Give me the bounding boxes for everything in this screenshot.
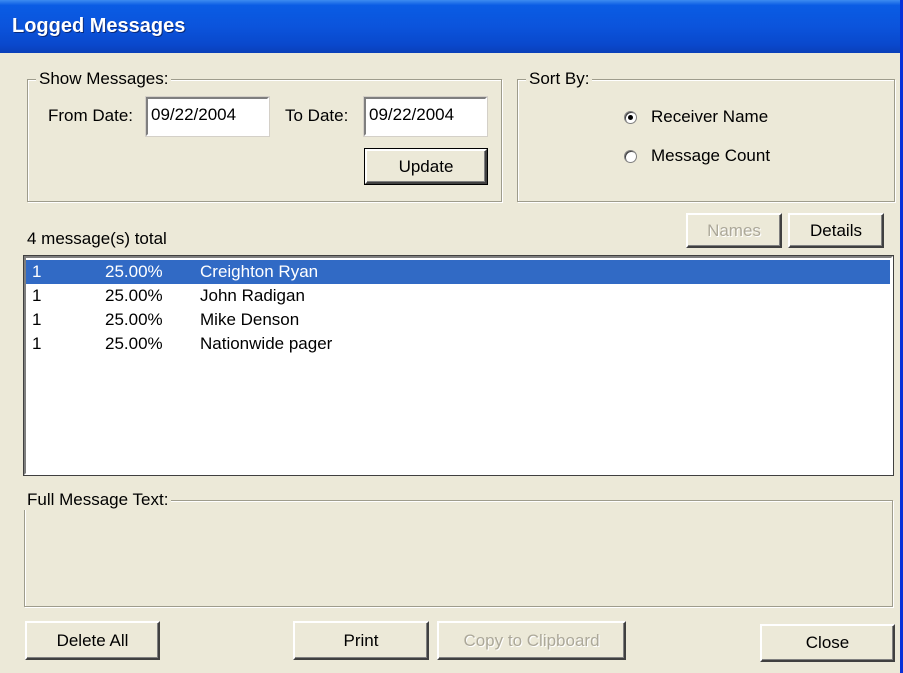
logged-messages-window: Logged Messages Show Messages: From Date… (0, 0, 903, 673)
print-button-label: Print (343, 631, 379, 650)
row-name: John Radigan (200, 286, 305, 305)
title-bar[interactable]: Logged Messages (0, 0, 900, 53)
to-date-label: To Date: (285, 106, 349, 125)
print-button[interactable]: Print (293, 621, 429, 660)
sort-by-group (517, 79, 895, 202)
row-count: 1 (32, 286, 42, 305)
to-date-input[interactable]: 09/22/2004 (363, 96, 488, 137)
messages-listbox[interactable]: 1 25.00% Creighton Ryan 1 25.00% John Ra… (23, 255, 894, 476)
row-name: Nationwide pager (200, 334, 333, 353)
names-button[interactable]: Names (686, 213, 782, 248)
names-button-label: Names (707, 221, 761, 240)
delete-all-button-label: Delete All (56, 631, 129, 650)
table-row[interactable]: 1 25.00% Nationwide pager (26, 332, 890, 356)
row-percent: 25.00% (105, 286, 163, 305)
message-count-radio[interactable] (624, 150, 637, 163)
table-row[interactable]: 1 25.00% John Radigan (26, 284, 890, 308)
details-button[interactable]: Details (788, 213, 884, 248)
table-row[interactable]: 1 25.00% Mike Denson (26, 308, 890, 332)
close-button[interactable]: Close (760, 624, 895, 662)
full-message-text-group (24, 500, 893, 607)
message-count-label[interactable]: Message Count (651, 146, 770, 166)
receiver-name-radio[interactable] (624, 111, 637, 124)
from-date-label: From Date: (48, 106, 134, 125)
from-date-input[interactable]: 09/22/2004 (145, 96, 270, 137)
table-row[interactable]: 1 25.00% Creighton Ryan (26, 260, 890, 284)
row-name: Mike Denson (200, 310, 300, 329)
row-name: Creighton Ryan (200, 262, 319, 281)
show-messages-legend: Show Messages: (36, 69, 172, 89)
update-button-label: Update (398, 157, 454, 176)
copy-to-clipboard-button[interactable]: Copy to Clipboard (437, 621, 626, 660)
delete-all-button[interactable]: Delete All (25, 621, 160, 660)
row-count: 1 (32, 310, 42, 329)
details-button-label: Details (810, 221, 862, 240)
receiver-name-label[interactable]: Receiver Name (651, 107, 768, 127)
radio-selected-dot (628, 115, 633, 120)
window-title: Logged Messages (12, 15, 186, 37)
row-count: 1 (32, 334, 42, 353)
row-percent: 25.00% (105, 310, 163, 329)
full-message-text-legend: Full Message Text: (24, 490, 172, 510)
message-total-text: 4 message(s) total (27, 229, 167, 248)
row-percent: 25.00% (105, 334, 163, 353)
copy-to-clipboard-button-label: Copy to Clipboard (463, 631, 600, 650)
update-button[interactable]: Update (364, 148, 488, 185)
row-count: 1 (32, 262, 42, 281)
close-button-label: Close (805, 633, 850, 652)
row-percent: 25.00% (105, 262, 163, 281)
sort-by-legend: Sort By: (526, 69, 593, 89)
